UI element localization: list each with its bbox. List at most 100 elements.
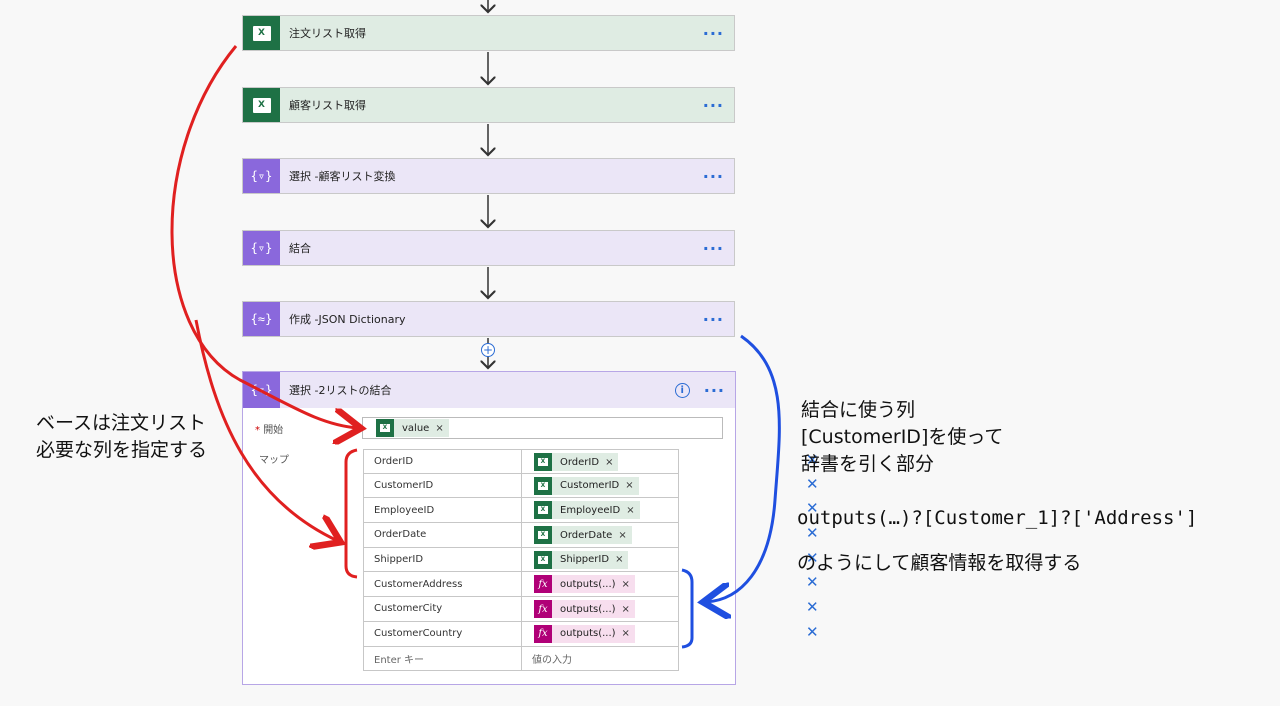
map-key-cell[interactable]: CustomerCountry [364,621,522,646]
expression-icon: fx [534,600,552,619]
select-action-card: {▿} 選択 -2リストの結合 i ··· * 開始 X value × マップ … [242,371,819,685]
data-operation-icon: {▿} [243,231,280,265]
chip-label: outputs(...) [560,603,616,615]
table-row: ✕ CustomerCity fx outputs(...) × [363,597,819,622]
start-input[interactable]: X value × [362,417,723,439]
delete-row-icon[interactable]: ✕ [806,573,819,591]
table-row: ✕ CustomerAddress fx outputs(...) × [363,572,819,598]
excel-icon: X [243,88,280,122]
code-annotation: outputs(…)?[Customer_1]?['Address'] [797,507,1198,529]
step-order-list[interactable]: X 注文リスト取得 ··· [242,15,735,51]
chip-label: OrderID [560,456,600,468]
step-title: 作成 -JSON Dictionary [289,313,406,326]
excel-icon: X [534,501,552,520]
chip-label: outputs(...) [560,578,616,590]
map-key-cell[interactable]: CustomerAddress [364,572,522,597]
map-key-cell[interactable]: ShipperID [364,547,522,572]
remove-chip-icon[interactable]: × [625,480,633,491]
left-annotation: ベースは注文リスト 必要な列を指定する [36,412,208,461]
map-value-cell[interactable]: X EmployeeID × [522,498,678,522]
excel-icon: X [243,16,280,50]
more-options-button[interactable]: ··· [703,239,724,258]
data-operation-icon: {▿} [243,159,280,193]
table-row: ✕ OrderID X OrderID × [363,449,819,474]
table-row: ✕ CustomerCountry fx outputs(...) × [363,621,819,647]
remove-chip-icon[interactable]: × [622,604,630,615]
step-title: 選択 -2リストの結合 [289,384,392,397]
step-title: 注文リスト取得 [289,27,366,40]
map-value-cell[interactable]: X ShipperID × [522,548,678,572]
step-join[interactable]: {▿} 結合 ··· [242,230,735,266]
add-step-button[interactable]: + [481,343,495,357]
table-row: ✕ ShipperID X ShipperID × [363,547,819,573]
map-label: マップ [259,455,289,466]
step-title: 結合 [289,242,311,255]
map-key-cell[interactable]: OrderID [364,450,522,473]
chip-label: CustomerID [560,480,620,492]
remove-chip-icon[interactable]: × [622,628,630,639]
more-options-button[interactable]: ··· [704,381,725,400]
delete-row-icon[interactable]: ✕ [806,598,819,616]
remove-chip-icon[interactable]: × [605,457,613,468]
step-compose-json-dictionary[interactable]: {≈} 作成 -JSON Dictionary ··· [242,301,735,337]
table-row: ✕ EmployeeID X EmployeeID × [363,498,819,524]
map-table: ✕ OrderID X OrderID × ✕ CustomerID X CustomerID ×… [363,449,819,672]
dynamic-content-chip[interactable]: X ShipperID × [534,550,629,569]
more-options-button[interactable]: ··· [703,24,724,43]
data-operation-icon: {▿} [243,372,280,408]
delete-row-icon[interactable]: ✕ [806,623,819,641]
excel-icon: X [534,550,552,569]
table-row: ✕ CustomerID X CustomerID × [363,473,819,499]
map-value-cell[interactable]: X OrderID × [522,450,678,473]
dynamic-content-chip[interactable]: X OrderID × [534,453,619,471]
expression-icon: fx [534,624,552,643]
dynamic-content-chip[interactable]: fx outputs(...) × [534,624,635,643]
new-map-row: Enter キー 値の入力 [363,646,679,672]
map-key-cell[interactable]: EmployeeID [364,498,522,523]
excel-icon: X [376,419,394,437]
dynamic-content-chip[interactable]: X EmployeeID × [534,501,640,520]
map-value-cell[interactable]: 値の入力 [522,647,678,671]
data-operation-icon: {≈} [243,302,280,336]
chip-label: outputs(...) [560,628,616,640]
chip-label: OrderDate [560,529,613,541]
table-row: ✕ OrderDate X OrderDate × [363,523,819,548]
map-key-cell[interactable]: Enter キー [364,646,522,671]
more-options-button[interactable]: ··· [703,167,724,186]
map-key-cell[interactable]: CustomerCity [364,597,522,621]
dynamic-content-chip[interactable]: X CustomerID × [534,476,639,495]
dynamic-content-chip[interactable]: fx outputs(...) × [534,600,635,619]
remove-chip-icon[interactable]: × [622,579,630,590]
start-label: * 開始 [255,425,284,436]
step-customer-list[interactable]: X 顧客リスト取得 ··· [242,87,735,123]
step-select-customer-convert[interactable]: {▿} 選択 -顧客リスト変換 ··· [242,158,735,194]
more-options-button[interactable]: ··· [703,96,724,115]
dynamic-content-chip[interactable]: fx outputs(...) × [534,575,635,594]
map-value-cell[interactable]: fx outputs(...) × [522,572,678,596]
excel-icon: X [534,526,552,545]
map-value-cell[interactable]: X CustomerID × [522,474,678,498]
chip-label: EmployeeID [560,504,621,516]
chip-label: ShipperID [560,554,610,566]
map-key-cell[interactable]: OrderDate [364,523,522,547]
remove-chip-icon[interactable]: × [626,505,634,516]
map-value-cell[interactable]: fx outputs(...) × [522,622,678,646]
more-options-button[interactable]: ··· [703,310,724,329]
dynamic-content-chip[interactable]: X value × [376,419,449,437]
expression-icon: fx [534,575,552,594]
remove-chip-icon[interactable]: × [435,423,443,434]
step-title: 顧客リスト取得 [289,99,366,112]
excel-icon: X [534,453,552,471]
remove-chip-icon[interactable]: × [618,530,626,541]
remove-chip-icon[interactable]: × [615,554,623,565]
map-value-cell[interactable]: X OrderDate × [522,523,678,547]
right-annotation: 結合に使う列 [CustomerID]を使って 辞書を引く部分 [801,399,1004,475]
map-key-cell[interactable]: CustomerID [364,473,522,498]
dynamic-content-chip[interactable]: X OrderDate × [534,526,632,545]
map-value-cell[interactable]: fx outputs(...) × [522,597,678,621]
step-title: 選択 -顧客リスト変換 [289,170,396,183]
excel-icon: X [534,476,552,495]
select-action-header[interactable]: {▿} 選択 -2リストの結合 i ··· [243,372,735,408]
info-icon[interactable]: i [674,382,690,398]
right-annotation-note: のようにして顧客情報を取得する [797,552,1082,574]
